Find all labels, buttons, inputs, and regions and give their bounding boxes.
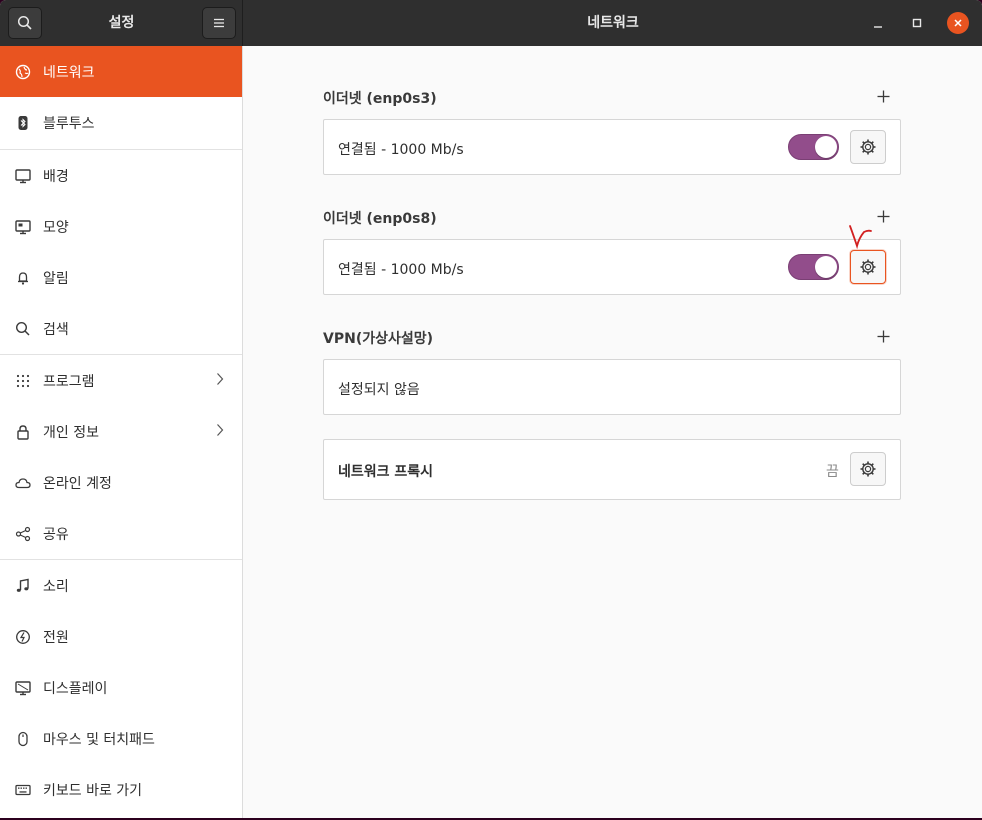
ethernet-2-title: 이더넷 (enp0s8) — [323, 211, 437, 227]
sidebar-item-label: 배경 — [43, 168, 69, 185]
bluetooth-icon — [14, 114, 32, 132]
plus-icon — [877, 330, 889, 342]
ethernet-1-settings-button[interactable] — [850, 130, 886, 164]
sidebar-item-sound[interactable]: 소리 — [0, 560, 242, 611]
search-icon — [14, 320, 32, 338]
sidebar-item-power[interactable]: 전원 — [0, 611, 242, 662]
ethernet-2-card: 연결됨 - 1000 Mb/s — [323, 239, 901, 295]
minimize-button[interactable] — [867, 12, 889, 34]
sidebar-item-label: 공유 — [43, 526, 69, 543]
display-icon — [14, 679, 32, 697]
ethernet-1-title: 이더넷 (enp0s3) — [323, 91, 437, 107]
minimize-icon — [874, 26, 882, 28]
ethernet-2-status: 연결됨 - 1000 Mb/s — [338, 262, 464, 278]
plus-icon — [877, 90, 889, 102]
search-button[interactable] — [8, 7, 42, 39]
sidebar-item-search[interactable]: 검색 — [0, 303, 242, 354]
sidebar-item-notifications[interactable]: 알림 — [0, 252, 242, 303]
sidebar-item-label: 소리 — [43, 578, 69, 595]
toggle-knob — [815, 256, 837, 278]
vpn-title: VPN(가상사설망) — [323, 331, 434, 347]
sidebar-item-applications[interactable]: 프로그램 — [0, 355, 242, 406]
sidebar-item-bluetooth[interactable]: 블루투스 — [0, 97, 242, 148]
sidebar-item-label: 디스플레이 — [43, 680, 108, 697]
proxy-settings-button[interactable] — [850, 452, 886, 486]
maximize-button[interactable] — [906, 12, 928, 34]
sidebar-item-label: 마우스 및 터치패드 — [43, 731, 155, 748]
sidebar-item-label: 개인 정보 — [43, 424, 99, 441]
gear-icon — [860, 461, 876, 477]
plus-icon — [877, 210, 889, 222]
header-bar: 설정 네트워크 — [0, 0, 982, 46]
sidebar-item-privacy[interactable]: 개인 정보 — [0, 406, 242, 457]
proxy-card[interactable]: 네트워크 프록시 끔 — [323, 439, 901, 500]
cloud-icon — [14, 474, 32, 492]
annotation-checkmark — [849, 225, 872, 250]
hamburger-icon — [214, 18, 224, 28]
ethernet-1-status: 연결됨 - 1000 Mb/s — [338, 142, 464, 158]
sidebar-item-label: 키보드 바로 가기 — [43, 782, 143, 799]
power-icon — [14, 628, 32, 646]
lock-icon — [14, 423, 32, 441]
ethernet-1-toggle[interactable] — [788, 134, 839, 160]
proxy-title: 네트워크 프록시 — [338, 464, 434, 480]
sidebar-item-label: 네트워크 — [43, 64, 95, 81]
add-vpn-button[interactable] — [872, 325, 894, 347]
close-button[interactable] — [947, 12, 969, 34]
sidebar-item-keyboard-shortcuts[interactable]: 키보드 바로 가기 — [0, 764, 242, 815]
keyboard-icon — [14, 781, 32, 799]
ethernet-1-card: 연결됨 - 1000 Mb/s — [323, 119, 901, 175]
menu-button[interactable] — [202, 7, 236, 39]
network-panel: 이더넷 (enp0s3) 연결됨 - 1000 Mb/s 이더넷 (enp0s8… — [244, 46, 982, 818]
sidebar-item-label: 온라인 계정 — [43, 475, 112, 492]
sidebar-item-label: 알림 — [43, 270, 69, 287]
bell-icon — [14, 269, 32, 287]
sidebar-item-sharing[interactable]: 공유 — [0, 508, 242, 559]
network-icon — [14, 63, 32, 81]
search-icon — [17, 15, 32, 30]
sidebar-item-display[interactable]: 디스플레이 — [0, 662, 242, 713]
chevron-right-icon — [216, 423, 224, 441]
settings-window: 설정 네트워크 네트워크 블루투스 배경 모양 알림 검색 프로그램 개인 정보… — [0, 0, 982, 818]
appearance-icon — [14, 218, 32, 236]
ethernet-2-toggle[interactable] — [788, 254, 839, 280]
sidebar: 네트워크 블루투스 배경 모양 알림 검색 프로그램 개인 정보 온라인 계정 … — [0, 46, 243, 818]
gear-icon — [860, 139, 876, 155]
music-note-icon — [14, 577, 32, 595]
apps-grid-icon — [14, 372, 32, 390]
vpn-status: 설정되지 않음 — [338, 382, 420, 398]
gear-icon — [860, 259, 876, 275]
sidebar-item-label: 블루투스 — [43, 115, 95, 132]
toggle-knob — [815, 136, 837, 158]
sidebar-item-label: 프로그램 — [43, 373, 95, 390]
sidebar-item-label: 모양 — [43, 219, 69, 236]
sidebar-item-label: 전원 — [43, 629, 69, 646]
sidebar-item-network[interactable]: 네트워크 — [0, 46, 242, 97]
share-icon — [14, 525, 32, 543]
add-ethernet-1-button[interactable] — [872, 85, 894, 107]
sidebar-item-background[interactable]: 배경 — [0, 150, 242, 201]
close-icon — [954, 19, 962, 27]
sidebar-item-mouse-touchpad[interactable]: 마우스 및 터치패드 — [0, 713, 242, 764]
mouse-icon — [14, 730, 32, 748]
sidebar-item-online-accounts[interactable]: 온라인 계정 — [0, 457, 242, 508]
sidebar-item-appearance[interactable]: 모양 — [0, 201, 242, 252]
proxy-status: 끔 — [826, 464, 839, 480]
chevron-right-icon — [216, 372, 224, 390]
vpn-card: 설정되지 않음 — [323, 359, 901, 415]
sidebar-item-label: 검색 — [43, 321, 69, 338]
background-icon — [14, 167, 32, 185]
maximize-icon — [912, 18, 922, 28]
